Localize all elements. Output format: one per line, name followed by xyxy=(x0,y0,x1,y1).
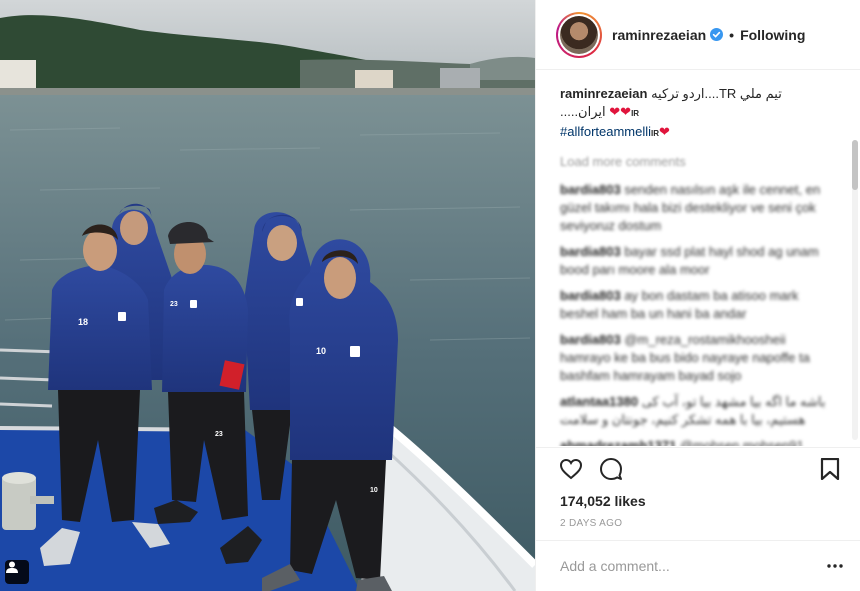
comment-username[interactable]: bardia803 xyxy=(560,182,621,197)
add-comment-bar xyxy=(536,540,860,591)
heart-emoji: ❤ xyxy=(659,124,670,139)
heart-emoji: ❤ xyxy=(609,104,621,119)
scrollbar-thumb[interactable] xyxy=(852,140,858,190)
caption-username[interactable]: raminrezaeian xyxy=(560,86,647,101)
hashtag-link[interactable]: #allforteammelli xyxy=(560,124,651,139)
photo-illustration: 18 23 23 10 10 xyxy=(0,0,535,591)
instagram-post-view: 18 23 23 10 10 raminrezaeian • Following… xyxy=(0,0,860,591)
like-button[interactable] xyxy=(558,456,584,482)
action-bar xyxy=(536,447,860,489)
post-side-panel: raminrezaeian • Following raminrezaeian … xyxy=(535,0,860,591)
ellipsis-icon xyxy=(827,564,843,568)
flag-ir-label: IR xyxy=(631,109,640,118)
comments-list: raminrezaeian تیم ملي TR....اردو ترکیه ا… xyxy=(536,71,860,446)
more-options-button[interactable] xyxy=(823,554,847,578)
comment-item: ahmadrezamh1371 @mohsen.mohsen91 xyxy=(560,437,837,446)
following-button[interactable]: Following xyxy=(740,27,805,43)
comment-item: bardia803 ay bon dastam ba atisoo mark b… xyxy=(560,287,837,323)
comment-username[interactable]: bardia803 xyxy=(560,332,621,347)
load-more-comments-link[interactable]: Load more comments xyxy=(560,153,837,171)
comment-button[interactable] xyxy=(598,456,624,482)
comment-username[interactable]: bardia803 xyxy=(560,288,621,303)
jersey-number-10-chest: 10 xyxy=(316,346,326,356)
comment-item: atlantaa1380 باشه ما اگه بیا مشهد بیا تو… xyxy=(560,393,837,429)
caption-line-2: ایران..... xyxy=(560,104,606,119)
likes-count[interactable]: 174,052 likes xyxy=(560,493,646,509)
header-username[interactable]: raminrezaeian xyxy=(612,27,706,43)
comment-item: bardia803 bayar ssd plat hayl shod ag un… xyxy=(560,243,837,279)
speech-bubble-icon xyxy=(600,457,622,480)
bookmark-icon xyxy=(820,457,840,480)
comment-username[interactable]: atlantaa1380 xyxy=(560,394,638,409)
heart-outline-icon xyxy=(559,458,583,479)
flag-ir-label: IR xyxy=(651,129,660,138)
jersey-number-18: 18 xyxy=(78,317,88,327)
comment-item: bardia803 @m_reza_rostamikhoosheii hamra… xyxy=(560,331,837,385)
comments-scrollbar[interactable] xyxy=(852,140,858,440)
comment-input[interactable] xyxy=(560,558,823,574)
separator-dot: • xyxy=(729,26,735,43)
jersey-number-23-chest: 23 xyxy=(170,301,178,308)
heart-emoji: ❤ xyxy=(620,104,632,119)
post-photo[interactable]: 18 23 23 10 10 xyxy=(0,0,535,591)
post-header: raminrezaeian • Following xyxy=(536,0,860,70)
jersey-number-23-short: 23 xyxy=(215,431,223,438)
save-button[interactable] xyxy=(817,456,843,482)
avatar[interactable] xyxy=(556,11,602,58)
comment-text: @mohsen.mohsen91 xyxy=(679,438,804,446)
comment-username[interactable]: ahmadrezamh1371 xyxy=(560,438,676,446)
jersey-number-10-short: 10 xyxy=(370,487,378,494)
user-tag-icon[interactable] xyxy=(5,560,29,584)
verified-badge-icon xyxy=(710,28,724,41)
caption-line-1: تیم ملي TR....اردو ترکیه xyxy=(651,86,782,101)
post-timestamp[interactable]: 2 DAYS AGO xyxy=(560,518,622,529)
comment-username[interactable]: bardia803 xyxy=(560,244,621,259)
caption: raminrezaeian تیم ملي TR....اردو ترکیه ا… xyxy=(560,85,837,143)
comment-item: bardia803 senden nasılsın aşk ile cennet… xyxy=(560,181,837,235)
